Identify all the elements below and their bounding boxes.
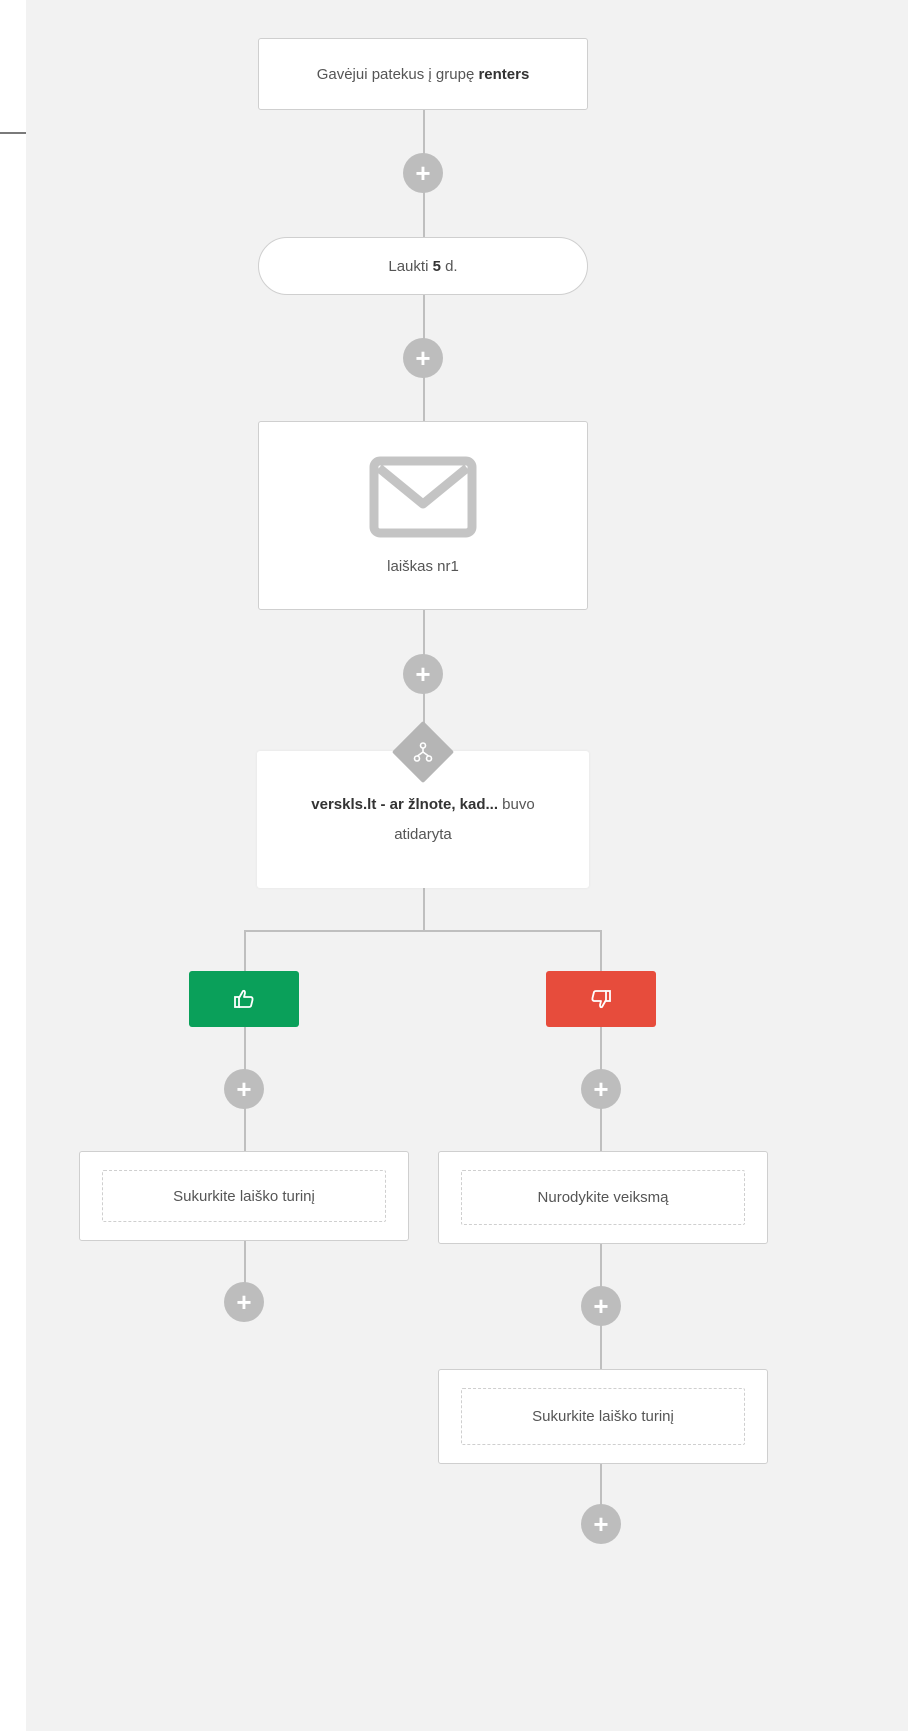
left-divider (0, 132, 26, 134)
trigger-node[interactable]: Gavėjui patekus į grupę renters (258, 38, 588, 110)
add-step-button[interactable]: + (403, 153, 443, 193)
connector-line (244, 930, 602, 932)
wait-days: 5 (432, 257, 441, 275)
create-email-content-placeholder[interactable]: Sukurkite laiško turinį (102, 1170, 386, 1222)
thumbs-down-icon (591, 990, 611, 1009)
add-step-button[interactable]: + (224, 1282, 264, 1322)
thumbs-up-icon (234, 989, 254, 1008)
envelope-icon (369, 456, 477, 538)
no-action-node[interactable]: Nurodykite veiksmą (438, 1151, 768, 1244)
specify-action-placeholder[interactable]: Nurodykite veiksmą (461, 1170, 745, 1225)
connector-line (423, 887, 425, 931)
yes-branch-button[interactable] (189, 971, 299, 1027)
trigger-label: Gavėjui patekus į grupę renters (316, 65, 530, 83)
add-step-button[interactable]: + (581, 1286, 621, 1326)
email-label: laiškas nr1 (387, 558, 459, 575)
connector-line (600, 930, 602, 974)
yes-email-content-node[interactable]: Sukurkite laiško turinį (79, 1151, 409, 1241)
add-step-button[interactable]: + (403, 338, 443, 378)
condition-status: atidaryta (394, 825, 452, 843)
no-branch-button[interactable] (546, 971, 656, 1027)
add-step-button[interactable]: + (581, 1069, 621, 1109)
add-step-button[interactable]: + (403, 654, 443, 694)
add-step-button[interactable]: + (224, 1069, 264, 1109)
trigger-group-name: renters (478, 65, 530, 83)
wait-label: Laukti 5 d. (388, 257, 458, 275)
connector-line (244, 930, 246, 974)
create-email-content-placeholder[interactable]: Sukurkite laiško turinį (461, 1388, 745, 1445)
email-node[interactable]: laiškas nr1 (258, 421, 588, 610)
automation-canvas: Gavėjui patekus į grupę renters + Laukti… (26, 0, 908, 1731)
wait-node[interactable]: Laukti 5 d. (258, 237, 588, 295)
condition-label: verskls.lt - ar žlnote, kad... buvo atid… (311, 790, 534, 850)
add-step-button[interactable]: + (581, 1504, 621, 1544)
branch-icon (413, 742, 433, 762)
no-email-content-node[interactable]: Sukurkite laiško turinį (438, 1369, 768, 1464)
condition-subject: verskls.lt - ar žlnote, kad... (311, 795, 499, 813)
